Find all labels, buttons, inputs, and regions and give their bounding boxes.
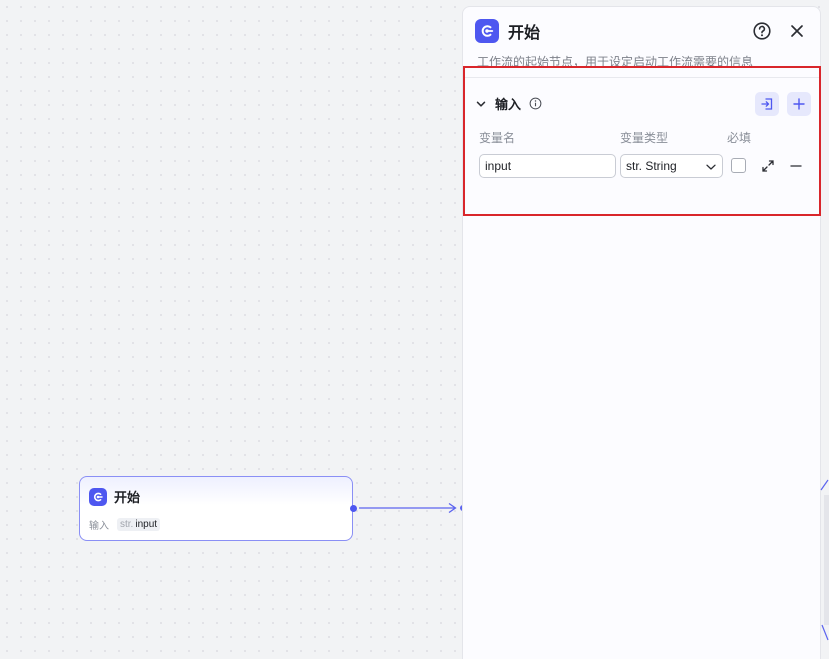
- connection-edge[interactable]: [357, 500, 467, 516]
- panel-description: 工作流的起始节点，用于设定启动工作流需要的信息: [477, 55, 754, 69]
- variable-type-value: str. String: [626, 159, 677, 173]
- variable-type-select[interactable]: str. String: [620, 154, 723, 178]
- column-header-type: 变量类型: [620, 131, 669, 145]
- input-section-header[interactable]: 输入: [475, 94, 542, 113]
- info-icon[interactable]: [529, 97, 542, 110]
- output-handle[interactable]: [350, 505, 357, 512]
- node-input-label: 输入: [89, 521, 109, 532]
- node-title: 开始: [114, 490, 141, 505]
- add-variable-button[interactable]: [787, 92, 811, 116]
- start-logo-icon: [89, 487, 107, 506]
- start-node[interactable]: 开始 输入 str. input: [79, 476, 353, 541]
- panel-header: 开始: [475, 19, 540, 43]
- start-logo-icon: [475, 19, 499, 43]
- divider: [463, 77, 820, 78]
- minus-icon[interactable]: [788, 158, 804, 174]
- chevron-down-icon[interactable]: [475, 98, 487, 110]
- node-variable-tag: str. input: [117, 518, 161, 531]
- panel-title: 开始: [508, 25, 541, 42]
- chevron-down-icon: [706, 164, 716, 170]
- variable-name-input[interactable]: [479, 154, 616, 178]
- help-icon[interactable]: [752, 21, 772, 41]
- column-header-name: 变量名: [479, 131, 516, 145]
- node-body: 输入 str. input: [89, 517, 161, 532]
- import-icon: [761, 98, 773, 110]
- section-title: 输入: [495, 97, 522, 112]
- partial-edge: [820, 479, 829, 641]
- expand-icon[interactable]: [760, 158, 776, 174]
- node-config-panel: 开始 工作流的起始节点，用于设定启动工作流需要的信息 输入 变量名 变量类型 必…: [462, 6, 821, 659]
- import-variables-button[interactable]: [755, 92, 779, 116]
- plus-icon: [793, 98, 805, 110]
- required-checkbox[interactable]: [731, 158, 746, 173]
- node-header: 开始: [89, 487, 140, 506]
- node-variable-name: input: [135, 519, 158, 530]
- workflow-canvas[interactable]: 开始 输入 str. input 开始 工作流的起始节点，用于设定启动工作流需要…: [0, 0, 829, 659]
- column-header-required: 必填: [727, 131, 752, 145]
- node-variable-type: str.: [120, 519, 134, 530]
- close-icon[interactable]: [787, 21, 807, 41]
